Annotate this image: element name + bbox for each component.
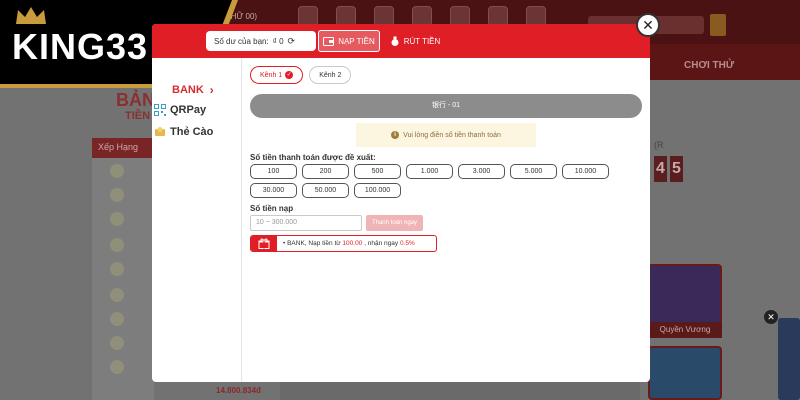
background-jackpot-label: (R xyxy=(654,140,664,150)
promo-bank: BANK, xyxy=(287,240,307,247)
promo-text: • BANK, Nạp tiền từ 100.00 , nhận ngay 0… xyxy=(277,240,415,247)
suggested-amounts-label: Số tiền thanh toán được đề xuất: xyxy=(250,153,376,162)
promo-text-2: nhận ngay xyxy=(367,240,399,247)
promo-min: 100.00 xyxy=(342,240,363,247)
tab-deposit-label: NẠP TIỀN xyxy=(338,36,375,46)
nav-icon xyxy=(526,6,546,26)
promo-banner: • BANK, Nạp tiền từ 100.00 , nhận ngay 0… xyxy=(250,235,437,252)
amount-button[interactable]: 10.000 xyxy=(562,164,609,179)
background-game-label: Quyền Vương xyxy=(648,322,722,338)
chevron-right-icon: › xyxy=(209,83,214,97)
refresh-icon[interactable]: ⟳ xyxy=(288,36,296,47)
medal-icon xyxy=(110,288,124,302)
balance-label: Số dư của bạn: xyxy=(214,36,269,46)
medal-icon xyxy=(110,238,124,252)
promo-text-1: Nạp tiền từ xyxy=(308,240,341,247)
amount-button[interactable]: 30.000 xyxy=(250,183,297,198)
sidebar-item-label: BANK xyxy=(172,84,204,96)
crown-icon xyxy=(16,7,46,24)
promo-bullet: • xyxy=(283,240,286,247)
medal-icon xyxy=(110,164,124,178)
medal-icon xyxy=(110,188,124,202)
amount-button[interactable]: 50.000 xyxy=(302,183,349,198)
background-title: BẢN xyxy=(116,90,155,110)
channel-1-button[interactable]: Kênh 1 ✓ xyxy=(250,66,304,84)
medal-icon xyxy=(110,212,124,226)
info-icon: i xyxy=(391,131,400,139)
payment-method-sidebar: BANK › QRPay Thẻ Cào xyxy=(152,58,242,382)
nav-icon xyxy=(412,6,432,26)
medal-icon xyxy=(110,262,124,276)
background-game-row xyxy=(280,380,640,400)
promo-rate: 0.5% xyxy=(399,240,415,247)
sidebar-item-label: QRPay xyxy=(170,104,207,116)
qr-icon xyxy=(154,104,166,116)
medal-icon xyxy=(110,360,124,374)
nav-icon xyxy=(488,6,508,26)
nav-icon xyxy=(336,6,356,26)
background-nav-choithu: CHƠI THỬ xyxy=(684,60,735,71)
nav-icon xyxy=(374,6,394,26)
medal-icon xyxy=(110,336,124,350)
sidebar-item-label: Thẻ Cào xyxy=(170,126,214,138)
channel-label: Kênh 1 xyxy=(260,71,283,79)
background-dropdown xyxy=(710,14,726,36)
pay-now-button[interactable]: Thanh toán ngay xyxy=(366,215,423,231)
background-side-thumbnail xyxy=(778,318,800,400)
jackpot-digit: 5 xyxy=(670,156,683,182)
modal-header: Số dư của bạn: ₫ 0 ⟳ NẠP TIỀN RÚT TIỀN xyxy=(152,24,650,58)
deposit-amount-input[interactable]: 10 ~ 300.000 xyxy=(250,215,362,231)
channel-2-button[interactable]: Kênh 2 xyxy=(309,66,352,84)
promo-separator: , xyxy=(364,240,366,247)
amount-button[interactable]: 200 xyxy=(302,164,349,179)
background-title-sub: TIỀN xyxy=(125,110,151,122)
check-icon: ✓ xyxy=(285,71,294,79)
balance-box: Số dư của bạn: ₫ 0 ⟳ xyxy=(206,31,316,51)
background-amount: 14.800.834đ xyxy=(216,386,261,395)
tab-withdraw[interactable]: RÚT TIỀN xyxy=(386,30,444,52)
sidebar-item-qrpay[interactable]: QRPay xyxy=(154,101,206,119)
logo-text: KING33 xyxy=(12,26,149,67)
gift-icon xyxy=(251,236,277,251)
bank-select-bar[interactable]: 银行 - 01 xyxy=(250,94,642,118)
background-icon-row xyxy=(298,6,546,26)
amount-button[interactable]: 5.000 xyxy=(510,164,557,179)
jackpot-digit: 4 xyxy=(654,156,667,182)
deposit-amount-label: Số tiền nạp xyxy=(250,204,294,213)
amount-button[interactable]: 3.000 xyxy=(458,164,505,179)
amount-button[interactable]: 1.000 xyxy=(406,164,453,179)
amount-button[interactable]: 500 xyxy=(354,164,401,179)
tab-deposit[interactable]: NẠP TIỀN xyxy=(318,30,380,52)
amount-button[interactable]: 100.000 xyxy=(354,183,401,198)
background-rank-header: Xếp Hạng xyxy=(92,138,154,158)
background-jackpot-digits: 4 5 xyxy=(654,156,683,182)
sidebar-item-bank[interactable]: BANK › xyxy=(172,81,214,99)
medal-icon xyxy=(110,312,124,326)
balance-value: ₫ 0 xyxy=(272,36,284,46)
wallet-icon xyxy=(323,36,335,46)
close-icon[interactable]: ✕ xyxy=(764,310,778,324)
nav-icon xyxy=(298,6,318,26)
money-bag-icon xyxy=(391,36,399,46)
channel-label: Kênh 2 xyxy=(319,71,342,79)
tab-withdraw-label: RÚT TIỀN xyxy=(403,36,441,46)
channel-selector: Kênh 1 ✓ Kênh 2 xyxy=(250,66,352,84)
deposit-modal: Số dư của bạn: ₫ 0 ⟳ NẠP TIỀN RÚT TIỀN B… xyxy=(152,24,650,382)
background-game-tile xyxy=(648,346,722,400)
notice-box: i Vui lòng điền số tiền thanh toán xyxy=(356,123,536,147)
sidebar-item-scratch-card[interactable]: Thẻ Cào xyxy=(154,123,213,141)
notice-text: Vui lòng điền số tiền thanh toán xyxy=(403,131,501,139)
nav-icon xyxy=(450,6,470,26)
close-icon[interactable]: ✕ xyxy=(636,13,660,37)
card-icon xyxy=(155,127,165,136)
amount-button[interactable]: 100 xyxy=(250,164,297,179)
suggested-amounts: 100 200 500 1.000 3.000 5.000 10.000 30.… xyxy=(250,164,610,198)
